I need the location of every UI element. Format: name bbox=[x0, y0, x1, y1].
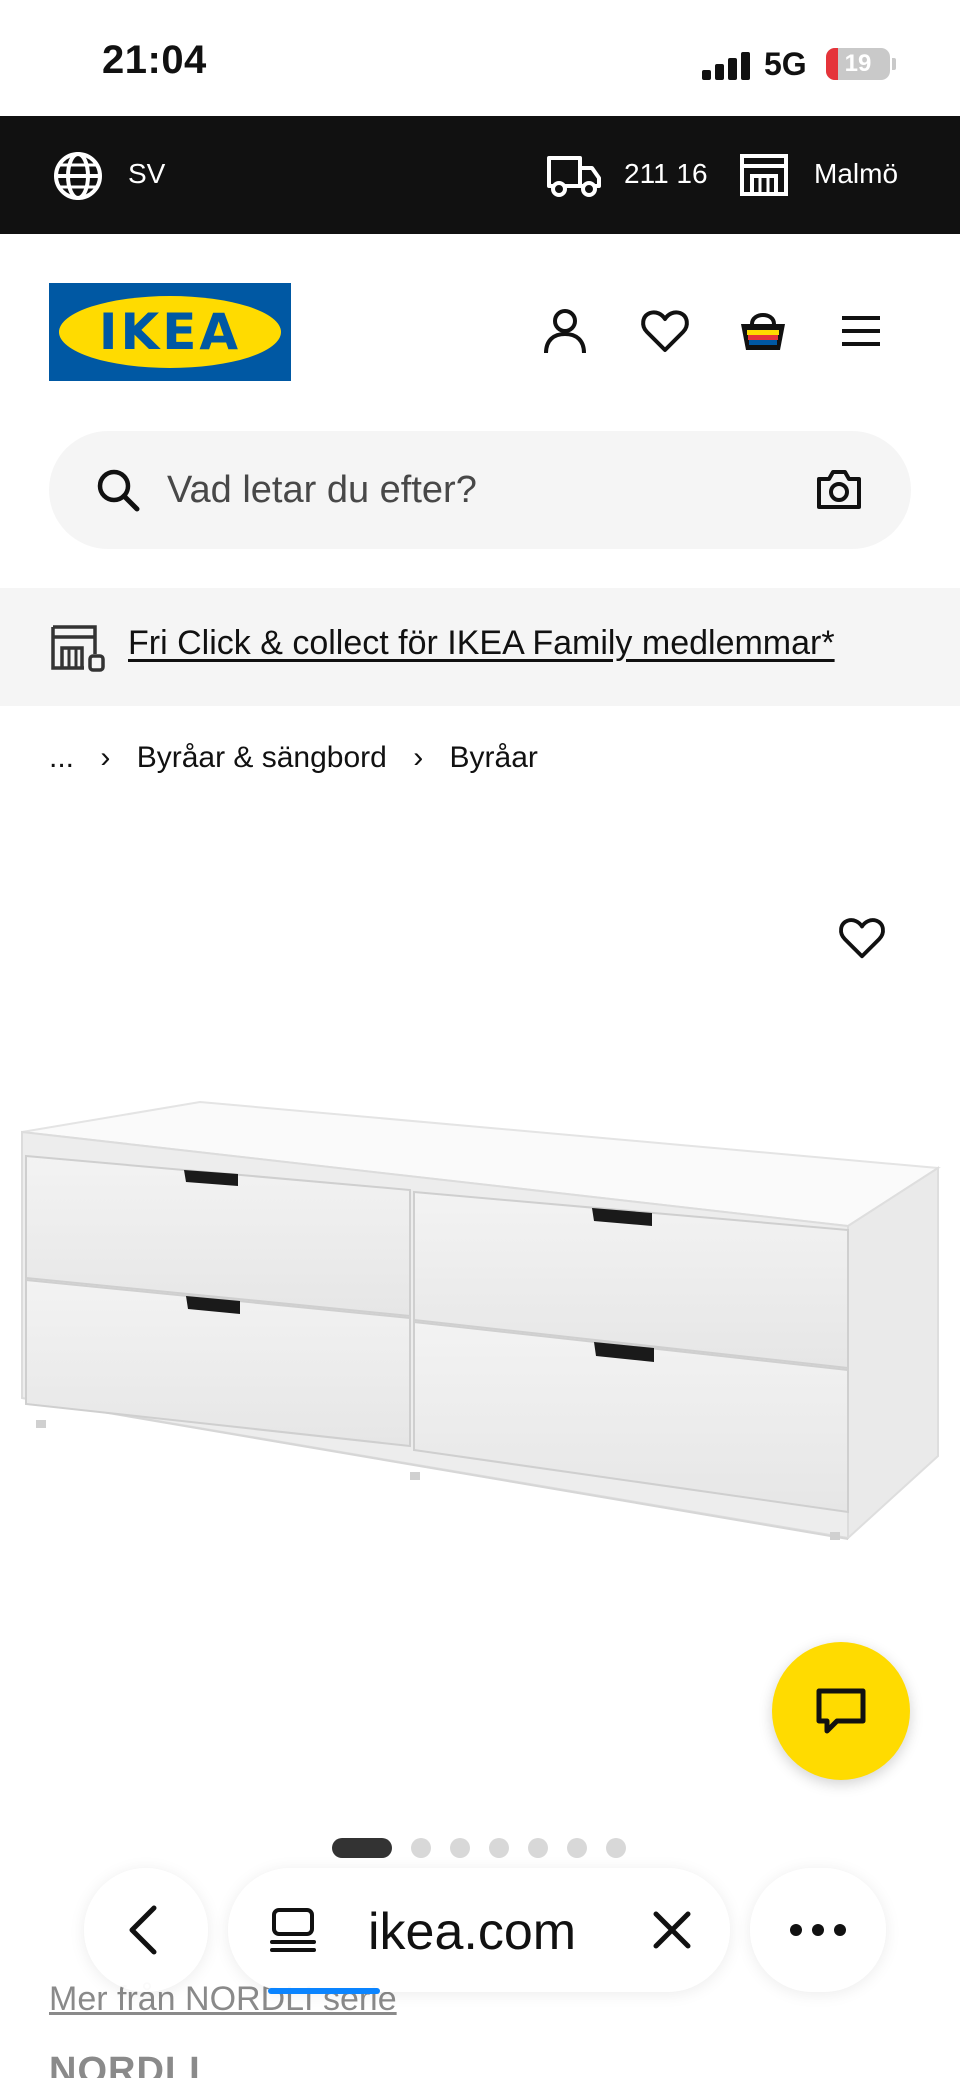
promo-link[interactable]: Fri Click & collect för IKEA Family medl… bbox=[128, 624, 835, 663]
breadcrumb-ellipsis[interactable]: ... bbox=[49, 741, 74, 775]
url-text[interactable]: ikea.com bbox=[368, 1902, 576, 1962]
user-icon[interactable] bbox=[540, 306, 590, 356]
battery-level: 19 bbox=[844, 50, 872, 77]
carousel-dot[interactable] bbox=[528, 1838, 548, 1858]
ikea-logo[interactable]: IKEA bbox=[49, 283, 291, 381]
carousel-dot[interactable] bbox=[411, 1838, 431, 1858]
carousel-dot[interactable] bbox=[489, 1838, 509, 1858]
store-icon[interactable] bbox=[738, 152, 790, 198]
network-label: 5G bbox=[764, 46, 807, 82]
store-selector[interactable]: Malmö bbox=[814, 158, 898, 190]
camera-icon[interactable] bbox=[815, 467, 863, 511]
breadcrumb: ... › Byråar & sängbord › Byråar bbox=[49, 740, 538, 780]
battery-nub bbox=[892, 58, 896, 70]
menu-icon[interactable] bbox=[836, 306, 886, 356]
top-utility-bar: SV 211 16 Malmö bbox=[0, 116, 960, 234]
page-load-progress bbox=[268, 1988, 380, 1994]
browser-address-bar[interactable]: ikea.com bbox=[228, 1868, 730, 1994]
breadcrumb-item[interactable]: Byråar bbox=[450, 741, 538, 775]
globe-icon[interactable] bbox=[52, 150, 104, 202]
language-selector[interactable]: SV bbox=[128, 158, 165, 190]
basket-icon[interactable] bbox=[738, 306, 788, 356]
tabs-icon[interactable] bbox=[268, 1906, 318, 1954]
battery-icon: 19 bbox=[826, 48, 890, 80]
signal-icon bbox=[702, 50, 752, 80]
more-icon bbox=[790, 1924, 846, 1936]
product-name: NORDLI bbox=[49, 2050, 201, 2078]
carousel-dot[interactable] bbox=[567, 1838, 587, 1858]
click-collect-icon bbox=[51, 625, 105, 672]
chat-icon bbox=[816, 1688, 866, 1734]
carousel-dot[interactable] bbox=[450, 1838, 470, 1858]
chat-button[interactable] bbox=[772, 1642, 910, 1780]
heart-icon[interactable] bbox=[640, 306, 690, 356]
truck-icon[interactable] bbox=[546, 152, 602, 198]
promo-banner: Fri Click & collect för IKEA Family medl… bbox=[0, 588, 960, 706]
status-bar: 21:04 5G 19 bbox=[0, 0, 960, 116]
chevron-left-icon bbox=[129, 1905, 157, 1955]
search-input[interactable]: Vad letar du efter? bbox=[167, 469, 477, 512]
postal-code[interactable]: 211 16 bbox=[624, 158, 708, 190]
status-time: 21:04 bbox=[102, 38, 207, 82]
carousel-dot[interactable] bbox=[606, 1838, 626, 1858]
carousel-dot-active[interactable] bbox=[332, 1838, 392, 1858]
favourite-button[interactable] bbox=[838, 914, 886, 962]
close-icon[interactable] bbox=[652, 1910, 692, 1950]
breadcrumb-item[interactable]: Byråar & sängbord bbox=[137, 741, 387, 775]
chevron-right-icon: › bbox=[413, 741, 424, 775]
logo-text: IKEA bbox=[98, 303, 242, 361]
browser-back-button[interactable] bbox=[84, 1868, 208, 1992]
browser-more-button[interactable] bbox=[750, 1868, 886, 1992]
search-bar[interactable]: Vad letar du efter? bbox=[49, 431, 911, 549]
chevron-right-icon: › bbox=[100, 741, 111, 775]
product-image[interactable] bbox=[0, 1080, 960, 1560]
search-icon bbox=[97, 469, 140, 512]
